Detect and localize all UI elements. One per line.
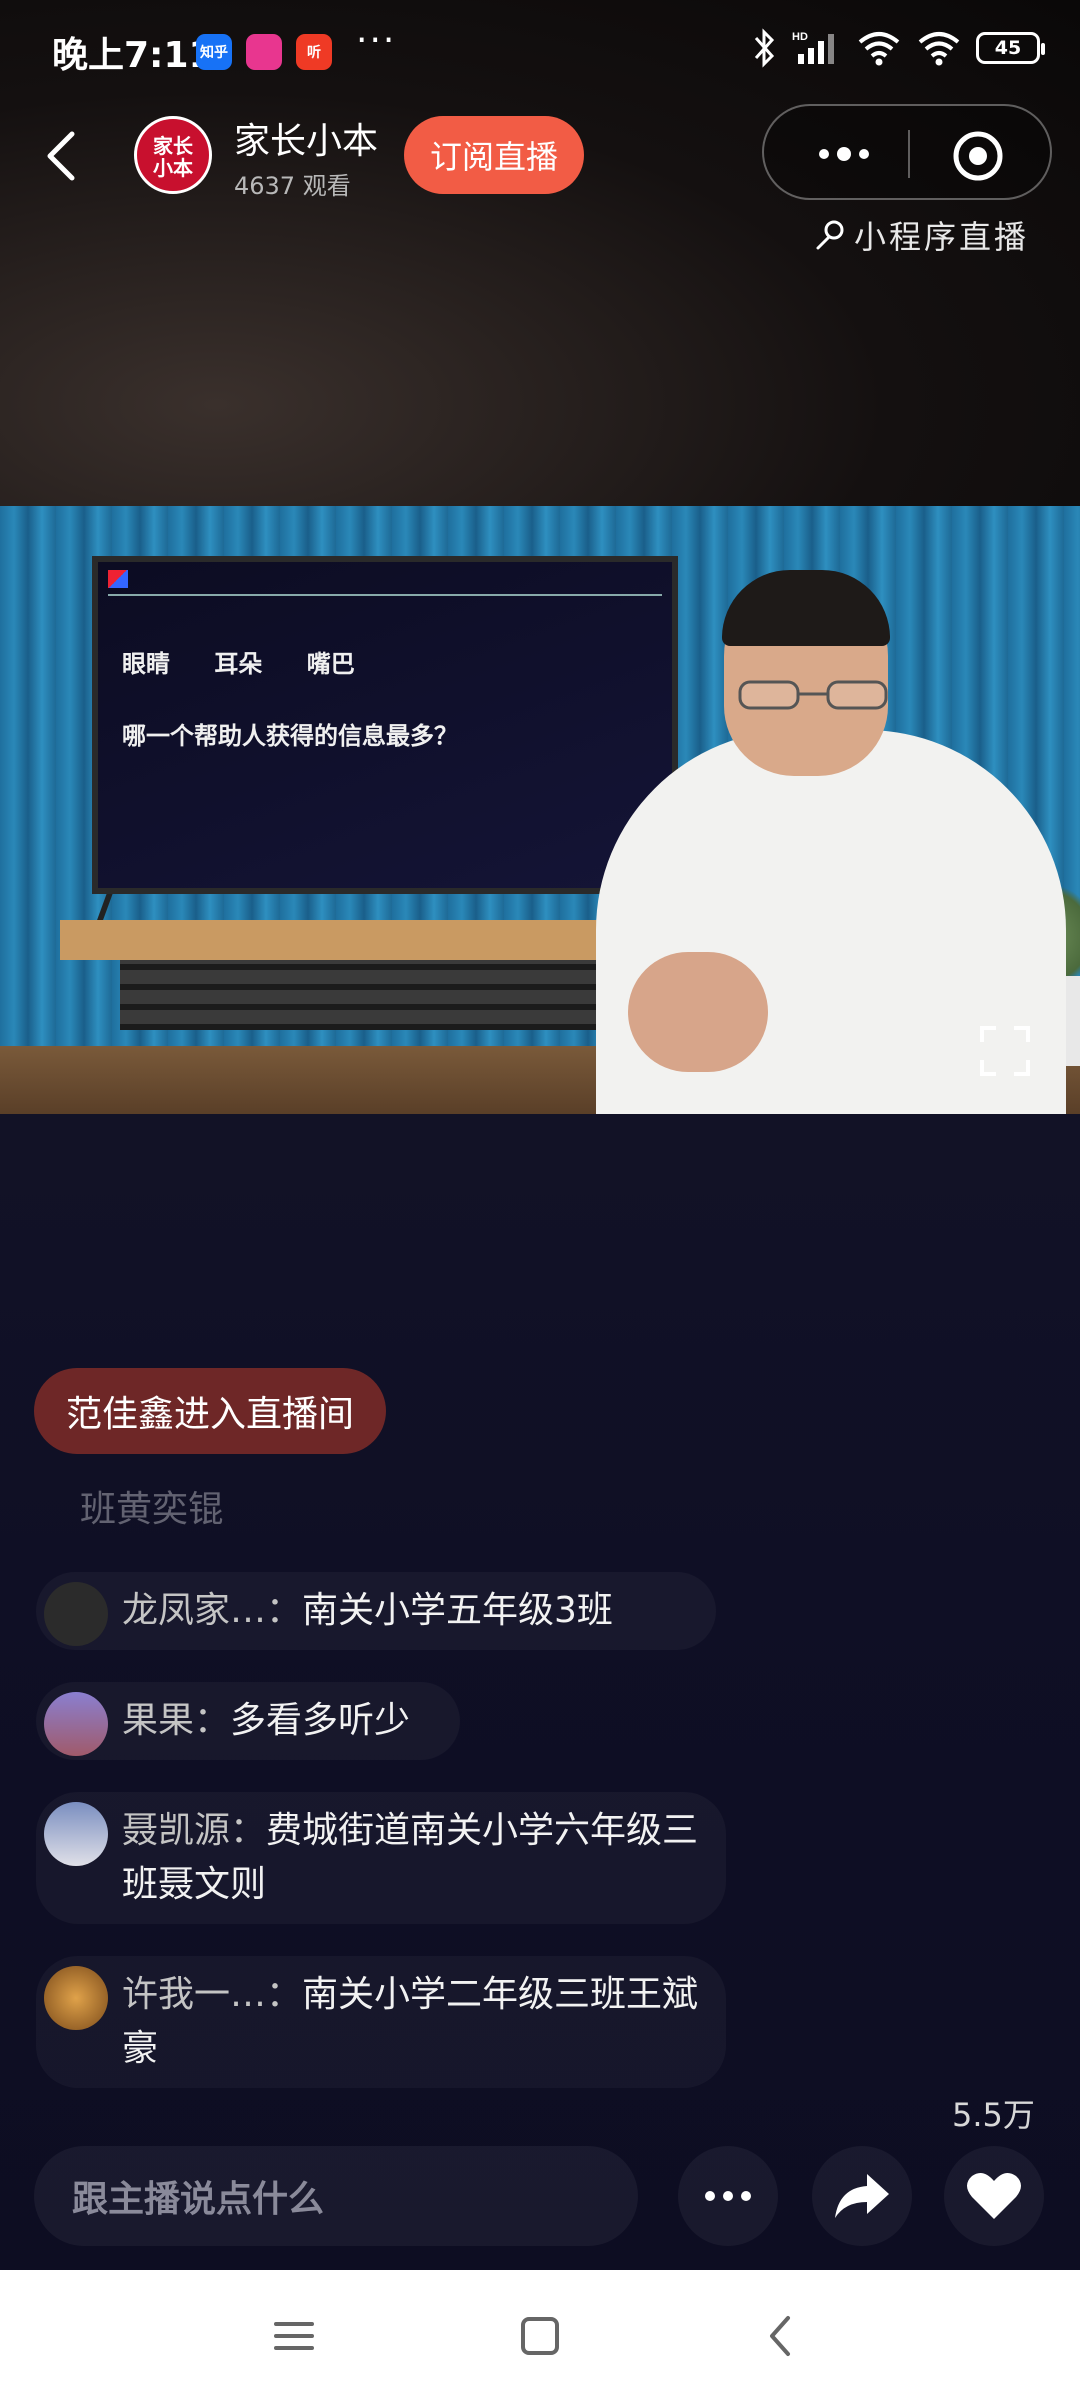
link-icon	[816, 220, 844, 250]
svg-text:HD: HD	[792, 31, 808, 43]
viewer-count: 4637 观看	[234, 172, 351, 200]
bluetooth-icon	[754, 28, 775, 68]
fullscreen-icon[interactable]	[980, 1026, 1030, 1076]
tv-screen: 眼睛 耳朵 嘴巴 哪一个帮助人获得的信息最多？	[92, 556, 678, 894]
zhihu-app-icon: 知乎	[196, 34, 232, 70]
chat-faded-line: 班黄奕锟	[80, 1489, 225, 1530]
like-count: 5.5万	[952, 2096, 1035, 2134]
close-miniprogram-icon[interactable]	[952, 130, 1004, 182]
chat-message: 龙凤家…：南关小学五年级3班	[36, 1572, 716, 1650]
miniprogram-capsule	[762, 104, 1052, 200]
chat-username: 果果	[122, 1700, 195, 1741]
cellular-signal-icon: HD	[792, 31, 834, 64]
chat-username: 龙凤家…	[122, 1590, 267, 1631]
chat-text: 南关小学五年级3班	[302, 1590, 613, 1631]
share-arrow-icon	[835, 2174, 889, 2218]
glasses	[738, 680, 888, 710]
subscribe-live-button[interactable]: 订阅直播	[404, 116, 584, 194]
more-options-icon[interactable]	[802, 132, 886, 176]
chat-message: 许我一…：南关小学二年级三班王斌豪	[36, 1956, 726, 2088]
heart-icon	[967, 2172, 1021, 2219]
comment-input[interactable]: 跟主播说点什么	[34, 2146, 638, 2246]
user-avatar[interactable]	[44, 1966, 108, 2030]
user-avatar[interactable]	[44, 1802, 108, 1866]
chat-username: 许我一…	[122, 1974, 267, 2015]
tv-words: 眼睛 耳朵 嘴巴	[122, 649, 355, 678]
tv-logo-icon	[108, 570, 128, 588]
like-button[interactable]	[944, 2146, 1044, 2246]
status-indicators: HD 45	[752, 28, 1045, 68]
battery-icon: 45	[976, 32, 1045, 64]
share-button[interactable]	[812, 2146, 912, 2246]
tv-question: 哪一个帮助人获得的信息最多？	[122, 721, 458, 750]
presenter-hand	[628, 952, 768, 1072]
ting-app-icon: 听	[296, 34, 332, 70]
chat-message: 聂凯源：费城街道南关小学六年级三班聂文则	[36, 1792, 726, 1924]
back-arrow-icon[interactable]	[40, 128, 84, 184]
pink-app-icon	[246, 34, 282, 70]
more-icon	[705, 2191, 751, 2201]
user-avatar[interactable]	[44, 1692, 108, 1756]
wifi-icon-2	[918, 32, 960, 66]
channel-avatar[interactable]: 家长 小本	[134, 116, 212, 194]
system-nav-bar	[0, 2270, 1080, 2400]
nav-back-icon[interactable]	[754, 2308, 810, 2364]
live-video[interactable]: 眼睛 耳朵 嘴巴 哪一个帮助人获得的信息最多？	[0, 506, 1080, 1114]
chat-message: 果果：多看多听少	[36, 1682, 460, 1760]
more-actions-button[interactable]	[678, 2146, 778, 2246]
status-time: 晚上7:11	[52, 35, 214, 76]
join-notice: 范佳鑫进入直播间	[34, 1368, 387, 1454]
status-bar: 晚上7:11 知乎 听 ··· HD 45	[0, 0, 1080, 104]
user-avatar[interactable]	[44, 1582, 108, 1646]
wifi-icon	[858, 32, 900, 66]
miniprogram-live-label: 小程序直播	[854, 218, 1030, 256]
menu-icon[interactable]	[266, 2308, 322, 2364]
status-more-icon: ···	[356, 20, 397, 61]
capsule-divider	[908, 130, 910, 178]
chat-username: 聂凯源	[122, 1810, 231, 1851]
miniprogram-live-link[interactable]: 小程序直播	[812, 212, 1029, 258]
channel-logo-text: 家长 小本	[153, 134, 193, 180]
channel-name[interactable]: 家长小本	[234, 112, 378, 164]
tv-table	[60, 920, 640, 960]
chat-text: 多看多听少	[230, 1700, 411, 1741]
home-icon[interactable]	[512, 2308, 568, 2364]
